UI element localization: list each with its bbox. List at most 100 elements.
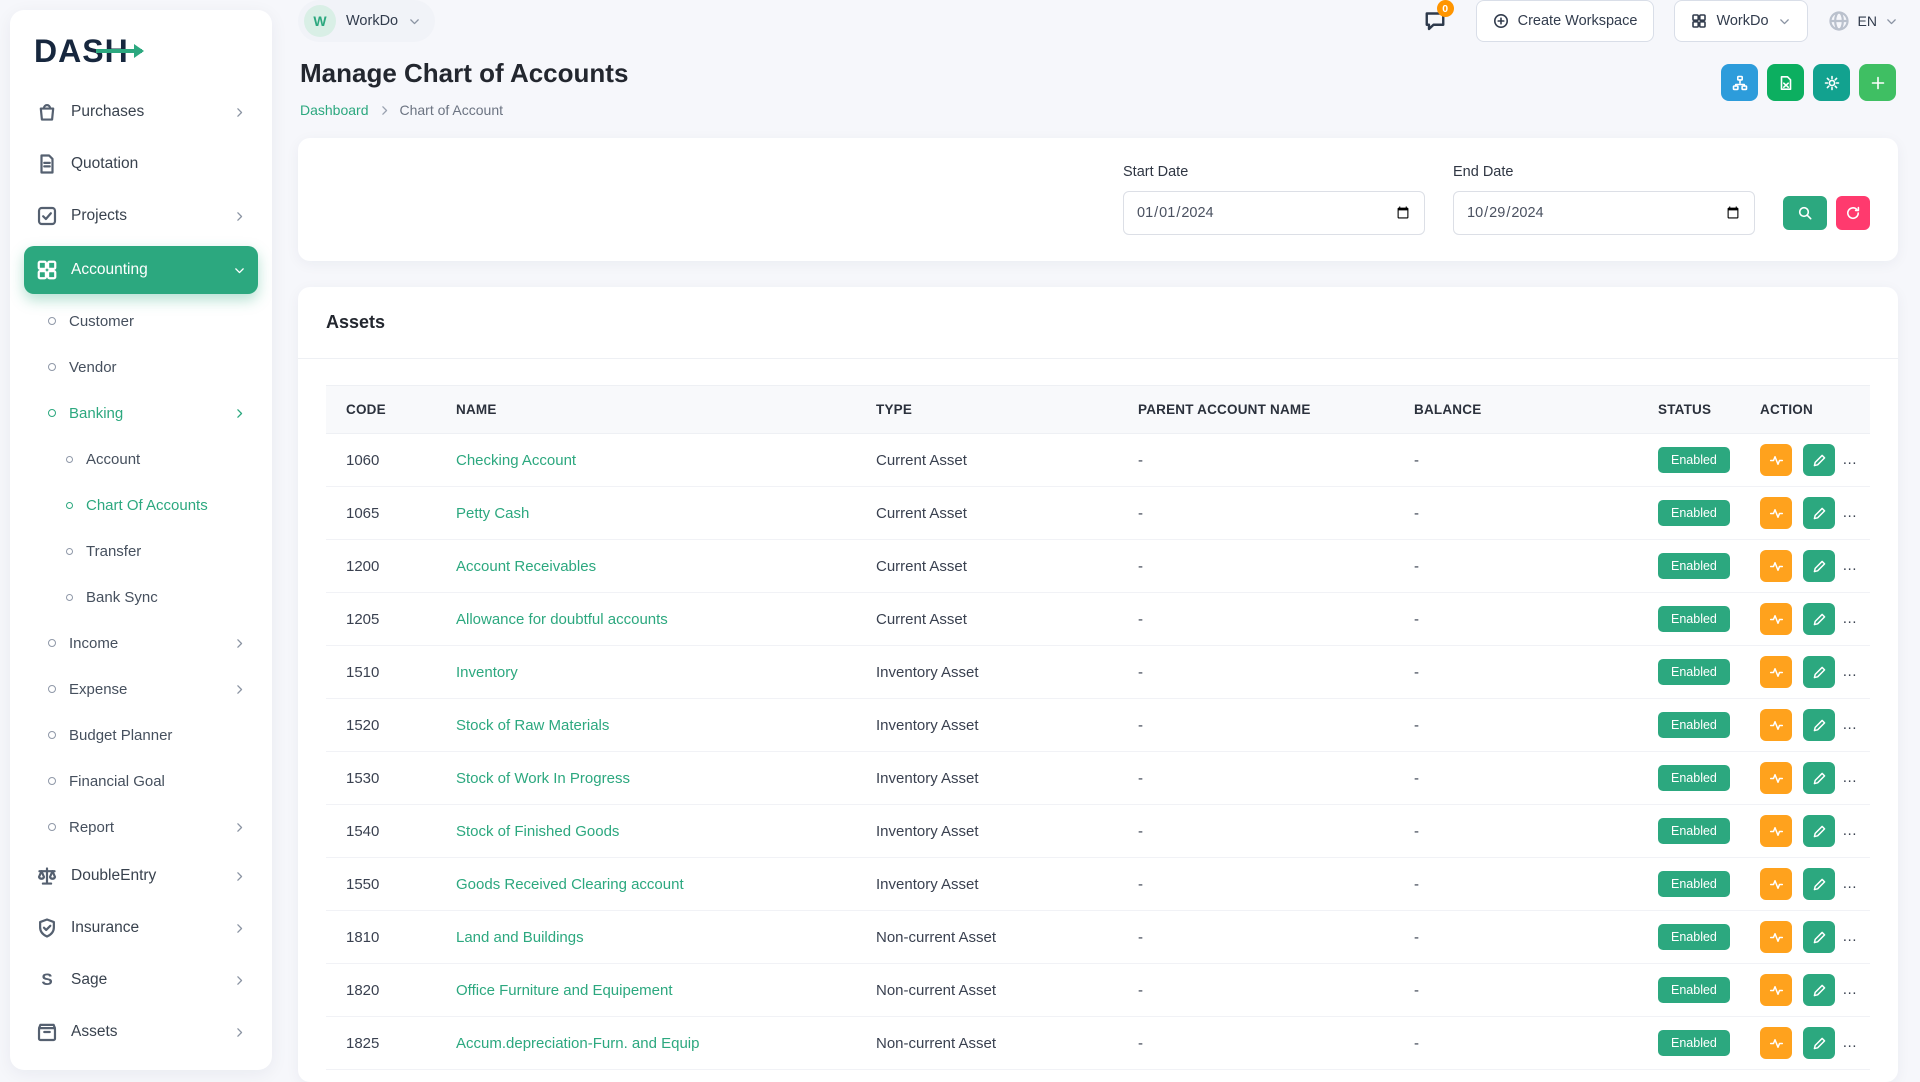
status-badge[interactable]: Enabled	[1658, 447, 1730, 473]
sitemap-icon	[1732, 75, 1748, 91]
edit-button[interactable]	[1803, 656, 1835, 688]
sidebar-item-transfer[interactable]: Transfer	[24, 528, 258, 574]
account-link[interactable]: Checking Account	[456, 452, 576, 469]
status-badge[interactable]: Enabled	[1658, 1030, 1730, 1056]
breadcrumb-dashboard-link[interactable]: Dashboard	[300, 102, 369, 118]
status-badge[interactable]: Enabled	[1658, 606, 1730, 632]
add-account-button[interactable]	[1859, 64, 1896, 101]
workdo-menu-button[interactable]: WorkDo	[1674, 0, 1807, 42]
sidebar-item-purchases[interactable]: Purchases	[24, 86, 258, 138]
edit-button[interactable]	[1803, 762, 1835, 794]
sidebar-item-insurance[interactable]: Insurance	[24, 902, 258, 954]
language-select[interactable]: EN	[1828, 10, 1898, 32]
account-link[interactable]: Account Receivables	[456, 558, 596, 575]
sidebar-item-budget-planner[interactable]: Budget Planner	[24, 712, 258, 758]
spreadsheet-button[interactable]	[1767, 64, 1804, 101]
settings-button[interactable]	[1813, 64, 1850, 101]
sidebar-item-label: Account	[86, 451, 140, 468]
logo[interactable]: DASH	[24, 28, 258, 74]
sidebar-item-sage[interactable]: S Sage	[24, 954, 258, 1006]
trash-icon	[1855, 665, 1870, 680]
cell-code: 1520	[326, 699, 446, 752]
edit-button[interactable]	[1803, 921, 1835, 953]
journal-button[interactable]	[1760, 656, 1792, 688]
account-link[interactable]: Land and Buildings	[456, 929, 584, 946]
account-link[interactable]: Office Furniture and Equipement	[456, 982, 673, 999]
account-link[interactable]: Petty Cash	[456, 505, 529, 522]
account-link[interactable]: Stock of Work In Progress	[456, 770, 630, 787]
journal-button[interactable]	[1760, 550, 1792, 582]
journal-button[interactable]	[1760, 1027, 1792, 1059]
edit-button[interactable]	[1803, 550, 1835, 582]
sidebar-item-chart-of-accounts[interactable]: Chart Of Accounts	[24, 482, 258, 528]
account-link[interactable]: Accum.depreciation-Furn. and Equip	[456, 1035, 699, 1052]
sidebar-item-banking[interactable]: Banking	[24, 390, 258, 436]
sidebar-item-projects[interactable]: Projects	[24, 190, 258, 242]
journal-button[interactable]	[1760, 868, 1792, 900]
cell-type: Inventory Asset	[866, 805, 1128, 858]
account-link[interactable]: Goods Received Clearing account	[456, 876, 684, 893]
account-link[interactable]: Stock of Raw Materials	[456, 717, 609, 734]
sidebar-item-assets[interactable]: Assets	[24, 1006, 258, 1058]
sidebar-item-customer[interactable]: Customer	[24, 298, 258, 344]
journal-button[interactable]	[1760, 815, 1792, 847]
status-badge[interactable]: Enabled	[1658, 977, 1730, 1003]
filter-reset-button[interactable]	[1836, 196, 1870, 230]
edit-button[interactable]	[1803, 1027, 1835, 1059]
sitemap-view-button[interactable]	[1721, 64, 1758, 101]
sidebar-item-vendor[interactable]: Vendor	[24, 344, 258, 390]
sidebar-item-accounting[interactable]: Accounting	[24, 246, 258, 294]
end-date-input[interactable]	[1453, 191, 1755, 235]
account-link[interactable]: Inventory	[456, 664, 518, 681]
journal-button[interactable]	[1760, 709, 1792, 741]
header-parent: PARENT ACCOUNT NAME	[1128, 386, 1404, 434]
account-link[interactable]: Stock of Finished Goods	[456, 823, 619, 840]
filter-search-button[interactable]	[1783, 196, 1827, 230]
workspace-select[interactable]: W WorkDo	[298, 0, 435, 42]
pencil-icon	[1812, 559, 1827, 574]
status-badge[interactable]: Enabled	[1658, 659, 1730, 685]
journal-button[interactable]	[1760, 762, 1792, 794]
journal-button[interactable]	[1760, 921, 1792, 953]
edit-button[interactable]	[1803, 868, 1835, 900]
status-badge[interactable]: Enabled	[1658, 500, 1730, 526]
pulse-icon	[1769, 665, 1784, 680]
journal-button[interactable]	[1760, 603, 1792, 635]
status-badge[interactable]: Enabled	[1658, 818, 1730, 844]
edit-button[interactable]	[1803, 709, 1835, 741]
sidebar-item-doubleentry[interactable]: DoubleEntry	[24, 850, 258, 902]
insurance-icon	[36, 917, 58, 939]
edit-button[interactable]	[1803, 974, 1835, 1006]
messages-button[interactable]: 0	[1414, 0, 1456, 42]
sidebar-item-financial-goal[interactable]: Financial Goal	[24, 758, 258, 804]
sidebar-item-label: Insurance	[71, 919, 139, 937]
sidebar-item-label: Purchases	[71, 103, 144, 121]
table-row: 1200 Account Receivables Current Asset -…	[326, 540, 1870, 593]
journal-button[interactable]	[1760, 974, 1792, 1006]
account-link[interactable]: Allowance for doubtful accounts	[456, 611, 668, 628]
chevron-right-icon	[233, 974, 246, 987]
sidebar-item-bank-sync[interactable]: Bank Sync	[24, 574, 258, 620]
sidebar-item-income[interactable]: Income	[24, 620, 258, 666]
journal-button[interactable]	[1760, 497, 1792, 529]
edit-button[interactable]	[1803, 497, 1835, 529]
create-workspace-button[interactable]: Create Workspace	[1476, 0, 1655, 42]
status-badge[interactable]: Enabled	[1658, 924, 1730, 950]
sidebar-item-report[interactable]: Report	[24, 804, 258, 850]
status-badge[interactable]: Enabled	[1658, 553, 1730, 579]
cell-code: 1540	[326, 805, 446, 858]
cell-type: Current Asset	[866, 487, 1128, 540]
journal-button[interactable]	[1760, 444, 1792, 476]
start-date-input[interactable]	[1123, 191, 1425, 235]
sidebar-item-expense[interactable]: Expense	[24, 666, 258, 712]
sidebar-item-quotation[interactable]: Quotation	[24, 138, 258, 190]
status-badge[interactable]: Enabled	[1658, 765, 1730, 791]
sidebar-item-account[interactable]: Account	[24, 436, 258, 482]
edit-button[interactable]	[1803, 444, 1835, 476]
status-badge[interactable]: Enabled	[1658, 712, 1730, 738]
status-badge[interactable]: Enabled	[1658, 871, 1730, 897]
chevron-right-icon	[233, 922, 246, 935]
trash-icon	[1855, 771, 1870, 786]
edit-button[interactable]	[1803, 815, 1835, 847]
edit-button[interactable]	[1803, 603, 1835, 635]
